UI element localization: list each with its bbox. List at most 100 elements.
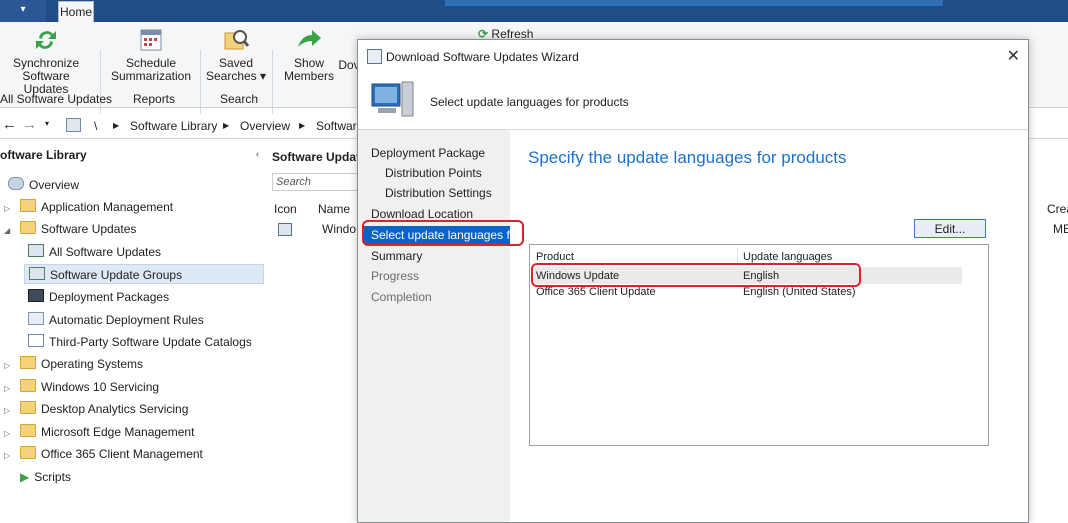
sync-icon — [36, 31, 56, 49]
breadcrumb-separator-icon: ▶ — [223, 121, 230, 130]
window-title-strip — [445, 0, 943, 6]
tree-item-third-party-catalogs[interactable]: Third-Party Software Update Catalogs — [28, 332, 252, 352]
file-menu-button[interactable]: ▾ — [0, 0, 46, 22]
wizard-steps: Deployment Package Distribution Points D… — [358, 130, 520, 522]
step-summary[interactable]: Summary — [371, 249, 422, 263]
close-icon[interactable]: ✕ — [1007, 46, 1020, 66]
tree-item-deployment-packages[interactable]: Deployment Packages — [28, 287, 169, 307]
group-label-all-software-updates: All Software Updates — [0, 92, 113, 106]
search-input[interactable]: Search — [272, 173, 361, 191]
show-members-button[interactable]: Show Members — [280, 25, 338, 83]
folder-icon — [20, 401, 36, 414]
folder-icon — [20, 221, 36, 234]
tree-item-windows-10-servicing[interactable]: ▷ Windows 10 Servicing — [4, 377, 159, 397]
tree-item-label: Deployment Packages — [49, 290, 170, 304]
back-arrow-icon[interactable]: ← — [2, 116, 17, 133]
show-members-label: Show Members — [283, 56, 334, 83]
product-cell: Office 365 Client Update — [536, 286, 656, 298]
tree-item-overview[interactable]: Overview — [8, 175, 79, 195]
tree-item-label: All Software Updates — [49, 245, 162, 259]
column-header-product[interactable]: Product — [536, 251, 574, 263]
tree-item-desktop-analytics-servicing[interactable]: ▷ Desktop Analytics Servicing — [4, 399, 188, 419]
tree-item-label: Overview — [29, 178, 80, 192]
step-distribution-settings[interactable]: Distribution Settings — [385, 186, 492, 200]
catalog-icon — [28, 334, 44, 347]
saved-searches-label: Saved Searches ▾ — [205, 56, 267, 83]
column-header-name[interactable]: Name — [318, 202, 350, 216]
tree-item-scripts[interactable]: ▶ Scripts — [20, 467, 71, 487]
package-icon — [28, 289, 44, 302]
play-icon: ▶ — [20, 470, 30, 484]
download-software-updates-wizard: Download Software Updates Wizard ✕ Selec… — [357, 39, 1029, 523]
expand-icon[interactable]: ▷ — [4, 379, 14, 399]
group-label-search: Search — [220, 92, 259, 106]
languages-cell: English (United States) — [743, 286, 856, 298]
step-progress: Progress — [371, 269, 420, 283]
tree-item-label: Windows 10 Servicing — [41, 380, 160, 394]
overview-icon — [8, 177, 24, 190]
expand-icon[interactable]: ▷ — [4, 424, 14, 444]
tree-item-label: Office 365 Client Management — [41, 447, 203, 461]
breadcrumb-software-library[interactable]: Software Library — [130, 119, 217, 133]
results-pane: Software Update Search Icon Name Windo — [270, 140, 367, 519]
tree-item-label: Automatic Deployment Rules — [49, 313, 204, 327]
folder-icon — [20, 379, 36, 392]
tree-item-application-management[interactable]: ▷ Application Management — [4, 197, 173, 217]
expand-icon[interactable]: ▷ — [4, 356, 14, 376]
step-download-location[interactable]: Download Location — [371, 207, 473, 221]
schedule-summarization-button[interactable]: Schedule Summarization — [110, 25, 192, 83]
breadcrumb-separator-icon: ▶ — [113, 121, 120, 130]
folder-icon — [20, 356, 36, 369]
tree-item-software-update-groups[interactable]: Software Update Groups — [24, 264, 264, 284]
collapse-icon[interactable]: ◢ — [4, 221, 14, 241]
tree-item-all-software-updates[interactable]: All Software Updates — [28, 242, 161, 262]
breadcrumb-root[interactable]: \ — [94, 119, 97, 133]
expand-icon[interactable]: ▷ — [4, 401, 14, 421]
highlight-annotation-row — [531, 263, 861, 287]
expand-icon[interactable]: ▷ — [4, 446, 14, 466]
tree-item-label: Software Updates — [41, 222, 137, 236]
navigation-pane: oftware Library ‹ Overview ▷ Application … — [0, 140, 271, 519]
tree-item-microsoft-edge-management[interactable]: ▷ Microsoft Edge Management — [4, 422, 194, 442]
console-icon — [66, 118, 81, 132]
edit-button[interactable]: Edit... — [914, 219, 986, 238]
row-created-value: ME — [1053, 222, 1068, 236]
dialog-title: Download Software Updates Wizard — [386, 50, 579, 64]
saved-searches-button[interactable]: Saved Searches ▾ — [205, 25, 267, 83]
forward-arrow-icon[interactable]: → — [22, 116, 37, 133]
table-row[interactable]: Windo — [270, 220, 360, 238]
collapse-pane-icon[interactable]: ‹ — [256, 149, 259, 159]
tree-item-label: Microsoft Edge Management — [41, 425, 195, 439]
content-title: Specify the update languages for product… — [528, 148, 847, 167]
history-dropdown-icon[interactable]: ▾ — [45, 119, 49, 128]
software-update-icon — [28, 244, 44, 257]
wizard-icon — [367, 49, 382, 64]
tab-home[interactable]: Home — [58, 1, 94, 23]
breadcrumb-overview[interactable]: Overview — [240, 119, 290, 133]
tree-item-label: Third-Party Software Update Catalogs — [49, 335, 252, 349]
nav-pane-title: oftware Library — [0, 148, 87, 162]
column-header-icon[interactable]: Icon — [274, 202, 297, 216]
computer-icon — [371, 81, 414, 117]
column-header-update-languages[interactable]: Update languages — [743, 251, 832, 263]
tree-item-label: Application Management — [41, 200, 174, 214]
expand-icon[interactable]: ▷ — [4, 199, 14, 219]
step-completion: Completion — [371, 290, 432, 304]
software-update-group-icon — [29, 267, 45, 280]
column-header-created[interactable]: Crea — [1047, 202, 1068, 216]
tree-item-operating-systems[interactable]: ▷ Operating Systems — [4, 354, 143, 374]
dialog-header-text: Select update languages for products — [430, 95, 629, 109]
highlight-annotation-step — [362, 220, 524, 246]
step-distribution-points[interactable]: Distribution Points — [385, 166, 482, 180]
group-label-reports: Reports — [133, 92, 176, 106]
folder-icon — [20, 424, 36, 437]
step-deployment-package[interactable]: Deployment Package — [371, 146, 485, 160]
tree-item-office-365-client-management[interactable]: ▷ Office 365 Client Management — [4, 444, 203, 464]
tree-item-automatic-deployment-rules[interactable]: Automatic Deployment Rules — [28, 310, 204, 330]
synchronize-software-updates-button[interactable]: Synchronize Software Updates — [0, 25, 92, 96]
arrow-right-icon — [298, 30, 321, 47]
tree-item-label: Desktop Analytics Servicing — [41, 402, 189, 416]
column-divider — [737, 248, 738, 264]
sync-label: Synchronize Software Updates — [12, 56, 80, 96]
tree-item-software-updates[interactable]: ◢ Software Updates — [4, 219, 136, 239]
